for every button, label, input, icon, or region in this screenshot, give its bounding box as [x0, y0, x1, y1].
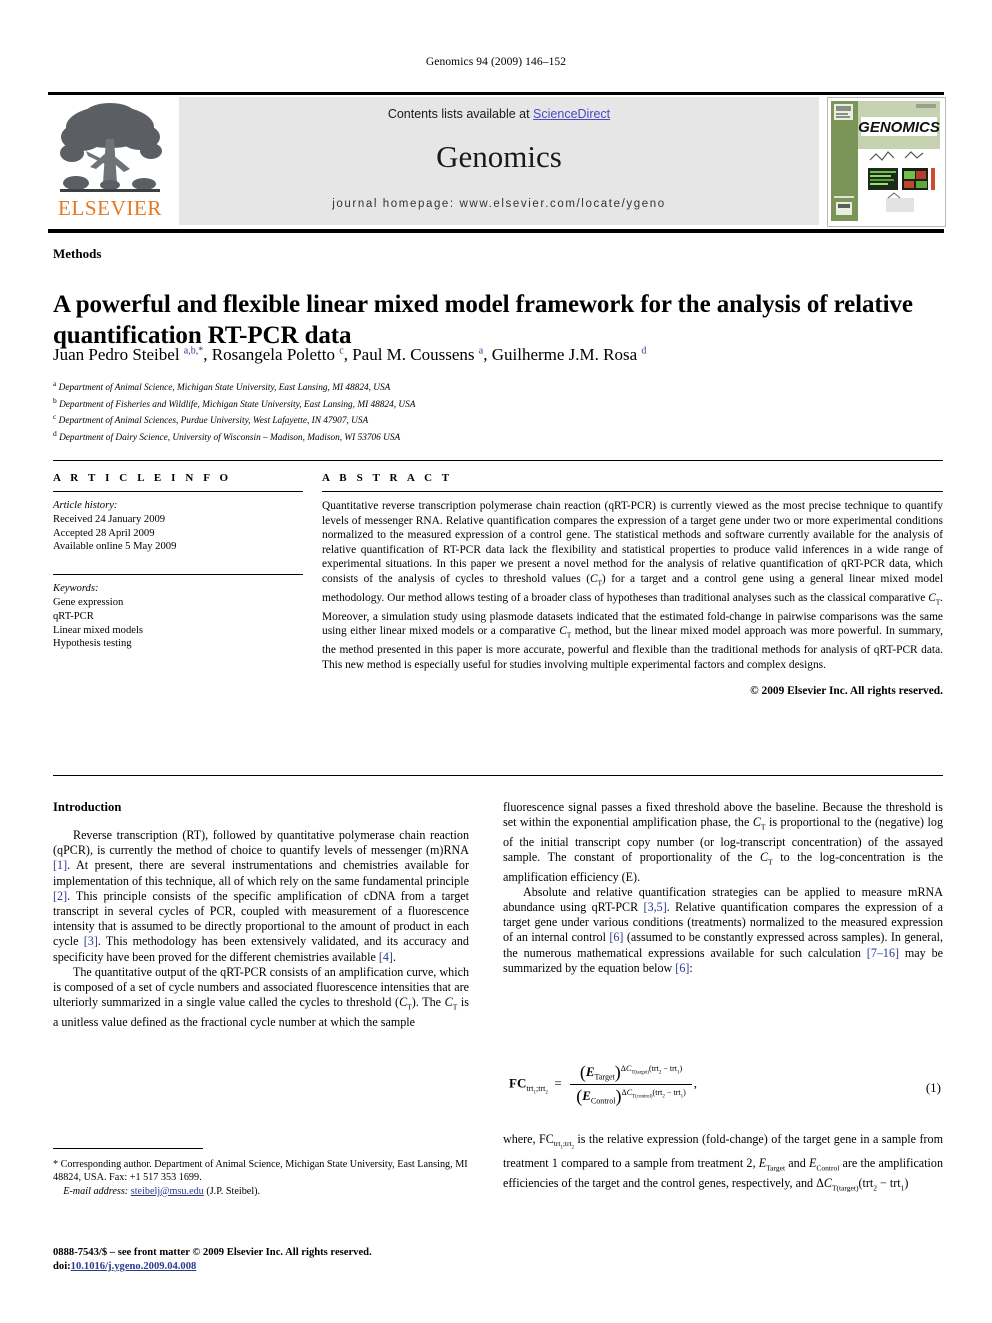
affiliation-mark: b [53, 395, 57, 405]
abstract-rule [322, 491, 943, 492]
keywords-label: Keywords: [53, 583, 99, 595]
doi-label: doi: [53, 1261, 71, 1272]
page-title: A powerful and flexible linear mixed mod… [53, 290, 913, 349]
citation-ref[interactable]: [6] [675, 961, 689, 975]
citation-ref[interactable]: [1] [53, 858, 67, 872]
author-mark[interactable]: d [641, 345, 646, 356]
equation-fraction: (ETarget)ΔCT(target)(trt2 − trt1) (ECont… [570, 1062, 692, 1107]
body-paragraph: The quantitative output of the qRT-PCR c… [53, 964, 469, 1029]
affiliation-item: d Department of Dairy Science, Universit… [53, 428, 943, 445]
svg-text:GENOMICS: GENOMICS [858, 119, 940, 136]
journal-banner: ELSEVIER Contents lists available at Sci… [48, 92, 946, 233]
journal-homepage-line[interactable]: journal homepage: www.elsevier.com/locat… [179, 198, 819, 210]
contents-prefix: Contents lists available at [387, 107, 534, 121]
citation-ref[interactable]: [7–16] [867, 946, 899, 960]
body-paragraph: Reverse transcription (RT), followed by … [53, 828, 469, 964]
affiliation-item: b Department of Fisheries and Wildlife, … [53, 395, 943, 412]
history-item: Available online 5 May 2009 [53, 541, 177, 553]
keywords-rule [53, 574, 303, 576]
article-info-rule [53, 491, 303, 492]
journal-cover-thumbnail: GENOMICS [827, 97, 946, 227]
citation-ref[interactable]: [2] [53, 889, 67, 903]
abstract-column: A B S T R A C T Quantitative reverse tra… [322, 472, 943, 697]
body-column-right: fluorescence signal passes a fixed thres… [503, 800, 943, 976]
contents-available-line: Contents lists available at ScienceDirec… [179, 107, 819, 121]
equation-numerator: (ETarget)ΔCT(target)(trt2 − trt1) [570, 1062, 692, 1085]
affiliation-item: a Department of Animal Science, Michigan… [53, 378, 943, 395]
info-band-bottom-rule [53, 775, 943, 776]
abstract-heading: A B S T R A C T [322, 472, 453, 484]
affiliation-text: Department of Animal Science, Michigan S… [58, 383, 391, 394]
keyword-item: Linear mixed models [53, 624, 144, 636]
body-paragraph: Absolute and relative quantification str… [503, 884, 943, 975]
author-mark[interactable]: c [339, 345, 343, 356]
article-history-label: Article history: [53, 500, 118, 511]
corresponding-author-footnote: * Corresponding author. Department of An… [53, 1158, 469, 1198]
article-info-heading: A R T I C L E I N F O [53, 472, 232, 484]
sciencedirect-link[interactable]: ScienceDirect [533, 107, 610, 121]
section-kind-label: Methods [53, 246, 102, 261]
footnote-rule [53, 1148, 203, 1149]
issn-line: 0888-7543/$ – see front matter © 2009 El… [53, 1247, 372, 1258]
elsevier-wordmark: ELSEVIER [58, 196, 162, 220]
footnote-mark: * [53, 1159, 59, 1170]
cover-art-icon: GENOMICS [828, 98, 943, 224]
author-list: Juan Pedro Steibel a,b,*, Rosangela Pole… [53, 345, 647, 364]
body-column-left: Introduction Reverse transcription (RT),… [53, 800, 469, 1030]
footnote-text: Corresponding author. Department of Anim… [53, 1159, 468, 1184]
affiliation-mark: d [53, 428, 57, 438]
keywords-group: Keywords: Gene expression qRT-PCR Linear… [53, 582, 303, 651]
body-paragraph: fluorescence signal passes a fixed thres… [503, 800, 943, 884]
email-attribution: (J.P. Steibel). [206, 1185, 261, 1197]
affiliation-mark: c [53, 412, 57, 421]
doi-link[interactable]: 10.1016/j.ygeno.2009.04.008 [71, 1261, 197, 1272]
email-link[interactable]: steibelj@msu.edu [131, 1186, 204, 1197]
citation-ref[interactable]: [6] [609, 930, 623, 944]
equation-denominator: (EControl)ΔCT(control)(trt2 − trt1) [576, 1086, 686, 1106]
citation-ref[interactable]: [4] [379, 950, 393, 964]
keyword-item: Gene expression [53, 596, 124, 608]
affiliation-text: Department of Fisheries and Wildlife, Mi… [59, 399, 416, 410]
journal-title: Genomics [436, 139, 562, 174]
article-history-group: Article history: Received 24 January 200… [53, 499, 303, 554]
doi-line: doi:10.1016/j.ygeno.2009.04.008 [53, 1260, 469, 1274]
equation-1: FCtrt1;trt2 = (ETarget)ΔCT(target)(trt2 … [503, 1058, 943, 1122]
abstract-copyright: © 2009 Elsevier Inc. All rights reserved… [750, 685, 943, 698]
introduction-heading: Introduction [53, 800, 122, 814]
citation-ref[interactable]: [3,5] [644, 900, 667, 914]
abstract-text: Quantitative reverse transcription polym… [322, 500, 943, 671]
issn-doi-block: 0888-7543/$ – see front matter © 2009 El… [53, 1246, 469, 1274]
author-mark[interactable]: a [479, 345, 483, 356]
banner-center: Contents lists available at ScienceDirec… [179, 97, 819, 225]
article-page: Genomics 94 (2009) 146–152 ELSEVIER Cont… [0, 0, 992, 1323]
affiliation-text: Department of Animal Sciences, Purdue Un… [58, 416, 369, 427]
affiliation-item: c Department of Animal Sciences, Purdue … [53, 411, 943, 428]
email-label: E-mail address: [63, 1185, 129, 1197]
banner-bottom-rule [48, 229, 944, 233]
banner-top-rule [48, 92, 944, 95]
history-item: Received 24 January 2009 [53, 513, 166, 525]
affiliation-text: Department of Dairy Science, University … [59, 432, 401, 443]
info-band-top-rule [53, 460, 943, 461]
running-head: Genomics 94 (2009) 146–152 [425, 56, 567, 68]
affiliation-list: a Department of Animal Science, Michigan… [53, 378, 943, 444]
affiliation-mark: a [53, 379, 57, 388]
equation-expression: FCtrt1;trt2 = (ETarget)ΔCT(target)(trt2 … [509, 1062, 698, 1107]
article-info-column: A R T I C L E I N F O Article history: R… [53, 472, 303, 651]
elsevier-logo: ELSEVIER [48, 97, 172, 225]
keyword-item: Hypothesis testing [53, 638, 132, 650]
elsevier-tree-icon [60, 103, 162, 192]
history-item: Accepted 28 April 2009 [53, 527, 155, 539]
equation-number: (1) [925, 1080, 941, 1095]
author-mark[interactable]: a,b,* [184, 345, 203, 356]
keyword-item: qRT-PCR [53, 610, 94, 622]
post-equation-paragraph: where, FCtrt1;trt2 is the relative expre… [503, 1132, 943, 1193]
citation-ref[interactable]: [3] [84, 934, 98, 948]
